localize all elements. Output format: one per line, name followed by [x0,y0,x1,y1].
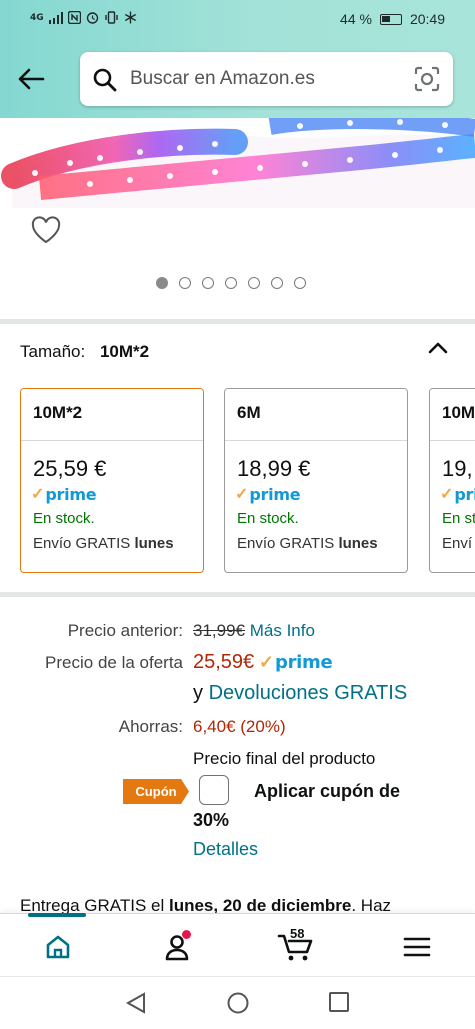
shipping-text: Envío GRATIS [237,535,335,552]
arrow-left-icon [18,68,45,90]
product-image[interactable] [0,118,475,216]
carousel-dot[interactable] [156,277,168,289]
stock-status: En stock. [33,510,95,527]
chevron-up-icon[interactable] [428,341,448,355]
screen: 4G 44 % 20:49 Buscar en Amazon.es Tamaño… [0,0,475,1029]
clock: 20:49 [409,11,445,27]
prime-badge: ✓ prime [235,485,301,504]
camera-scan-icon[interactable] [414,66,440,92]
hamburger-menu-icon [403,937,431,957]
vibrate-icon [104,11,118,24]
section-divider [0,592,475,597]
size-option-price: 19, [442,456,473,481]
status-icons-left: 4G [30,11,137,24]
carousel-dot[interactable] [248,277,260,289]
returns-row: y Devoluciones GRATIS [193,682,407,705]
prime-badge: ✓ prime [258,652,333,673]
size-option-price: 25,59 € [33,456,107,481]
heart-icon [31,216,61,244]
home-icon [46,935,70,959]
prime-label: prime [45,485,97,504]
nfc-icon [67,11,81,24]
battery-percent: 44 % [340,11,372,27]
system-navigation-bar [0,976,475,1029]
savings-value: 6,40€ (20%) [193,717,286,736]
previous-price: 31,99€ [193,621,245,640]
battery-icon [379,13,402,25]
search-input[interactable]: Buscar en Amazon.es [130,68,315,90]
coupon-details-link[interactable]: Detalles [193,839,258,860]
carousel-dot[interactable] [271,277,283,289]
wishlist-button[interactable] [31,216,61,249]
deal-price: 25,59€ [193,651,255,673]
deal-price-label: Precio de la oferta [45,653,183,672]
carousel-dot[interactable] [294,277,306,289]
free-returns-link[interactable]: Devoluciones GRATIS [209,682,408,704]
shipping-info: Envío GRATIS lunes [21,527,203,552]
back-button[interactable] [14,62,48,96]
signal-icon [48,11,63,24]
back-triangle-icon[interactable] [125,991,147,1015]
carousel-dot[interactable] [179,277,191,289]
coupon-text-line2: 30% [193,810,230,830]
prime-badge: ✓ prime [31,485,97,504]
nav-home[interactable] [38,930,78,964]
prime-label: prime [249,485,301,504]
prime-badge: ✓pri [430,482,475,504]
snowflake-icon [124,11,136,24]
size-option-card[interactable]: 10M*2 25,59 € ✓ prime En stock. Envío GRA… [20,388,204,573]
nav-menu[interactable] [397,930,437,964]
previous-price-label: Precio anterior: [67,621,183,640]
cart-count: 58 [290,926,305,941]
final-price-note: Precio final del producto [193,749,376,768]
nav-account[interactable] [157,930,197,964]
size-option-price: 18,99 € [237,456,311,481]
home-circle-icon[interactable] [226,991,250,1015]
shipping-text: Envío GRATIS [33,535,131,552]
alarm-icon [86,12,98,24]
more-info-link[interactable]: Más Info [250,621,315,640]
section-divider [0,319,475,324]
shipping-info: Envío GRATIS lunes [225,527,407,552]
led-strip-image [0,118,475,216]
shipping-day: lunes [338,535,378,552]
network-type: 4G [30,12,44,23]
size-label: Tamaño: [20,342,86,361]
deal-price-row: 25,59€ ✓ prime [193,651,333,674]
size-option-card[interactable]: 6M 18,99 € ✓ prime En stock. Envío GRATIS… [224,388,408,573]
bottom-navigation: 58 [0,913,475,976]
nav-cart[interactable]: 58 [276,926,316,964]
coupon-checkbox[interactable] [199,775,229,805]
coupon-badge: Cupón [123,779,189,804]
savings-label: Ahorras: [118,717,183,736]
prime-label: pri [454,485,475,504]
search-bar[interactable]: Buscar en Amazon.es [80,52,453,106]
stock-status: En st [442,510,475,527]
coupon-text-line1: Aplicar cupón de [254,781,401,801]
size-option-name: 6M [225,389,407,441]
carousel-dot[interactable] [225,277,237,289]
size-option-name: 10M*2 [21,389,203,441]
previous-price-row: 31,99€ Más Info [193,621,315,641]
size-option-card[interactable]: 10M 19, ✓pri En st Enví [429,388,475,573]
prime-label: prime [275,652,333,673]
search-icon [93,68,117,92]
size-selected-value: 10M*2 [99,342,150,361]
carousel-dots[interactable] [156,277,306,289]
shipping-text: Enví [442,535,473,552]
nav-active-indicator [28,913,86,917]
carousel-dot[interactable] [202,277,214,289]
status-icons-right: 44 % 20:49 [340,11,445,27]
stock-status: En stock. [237,510,299,527]
size-selector-header[interactable]: Tamaño: 10M*2 [20,342,149,362]
notification-dot [182,930,191,939]
returns-prefix: y [193,682,203,704]
size-option-name: 10M [430,389,475,441]
shipping-day: lunes [134,535,174,552]
recents-square-icon[interactable] [328,991,350,1013]
status-bar: 4G 44 % 20:49 [0,0,475,38]
